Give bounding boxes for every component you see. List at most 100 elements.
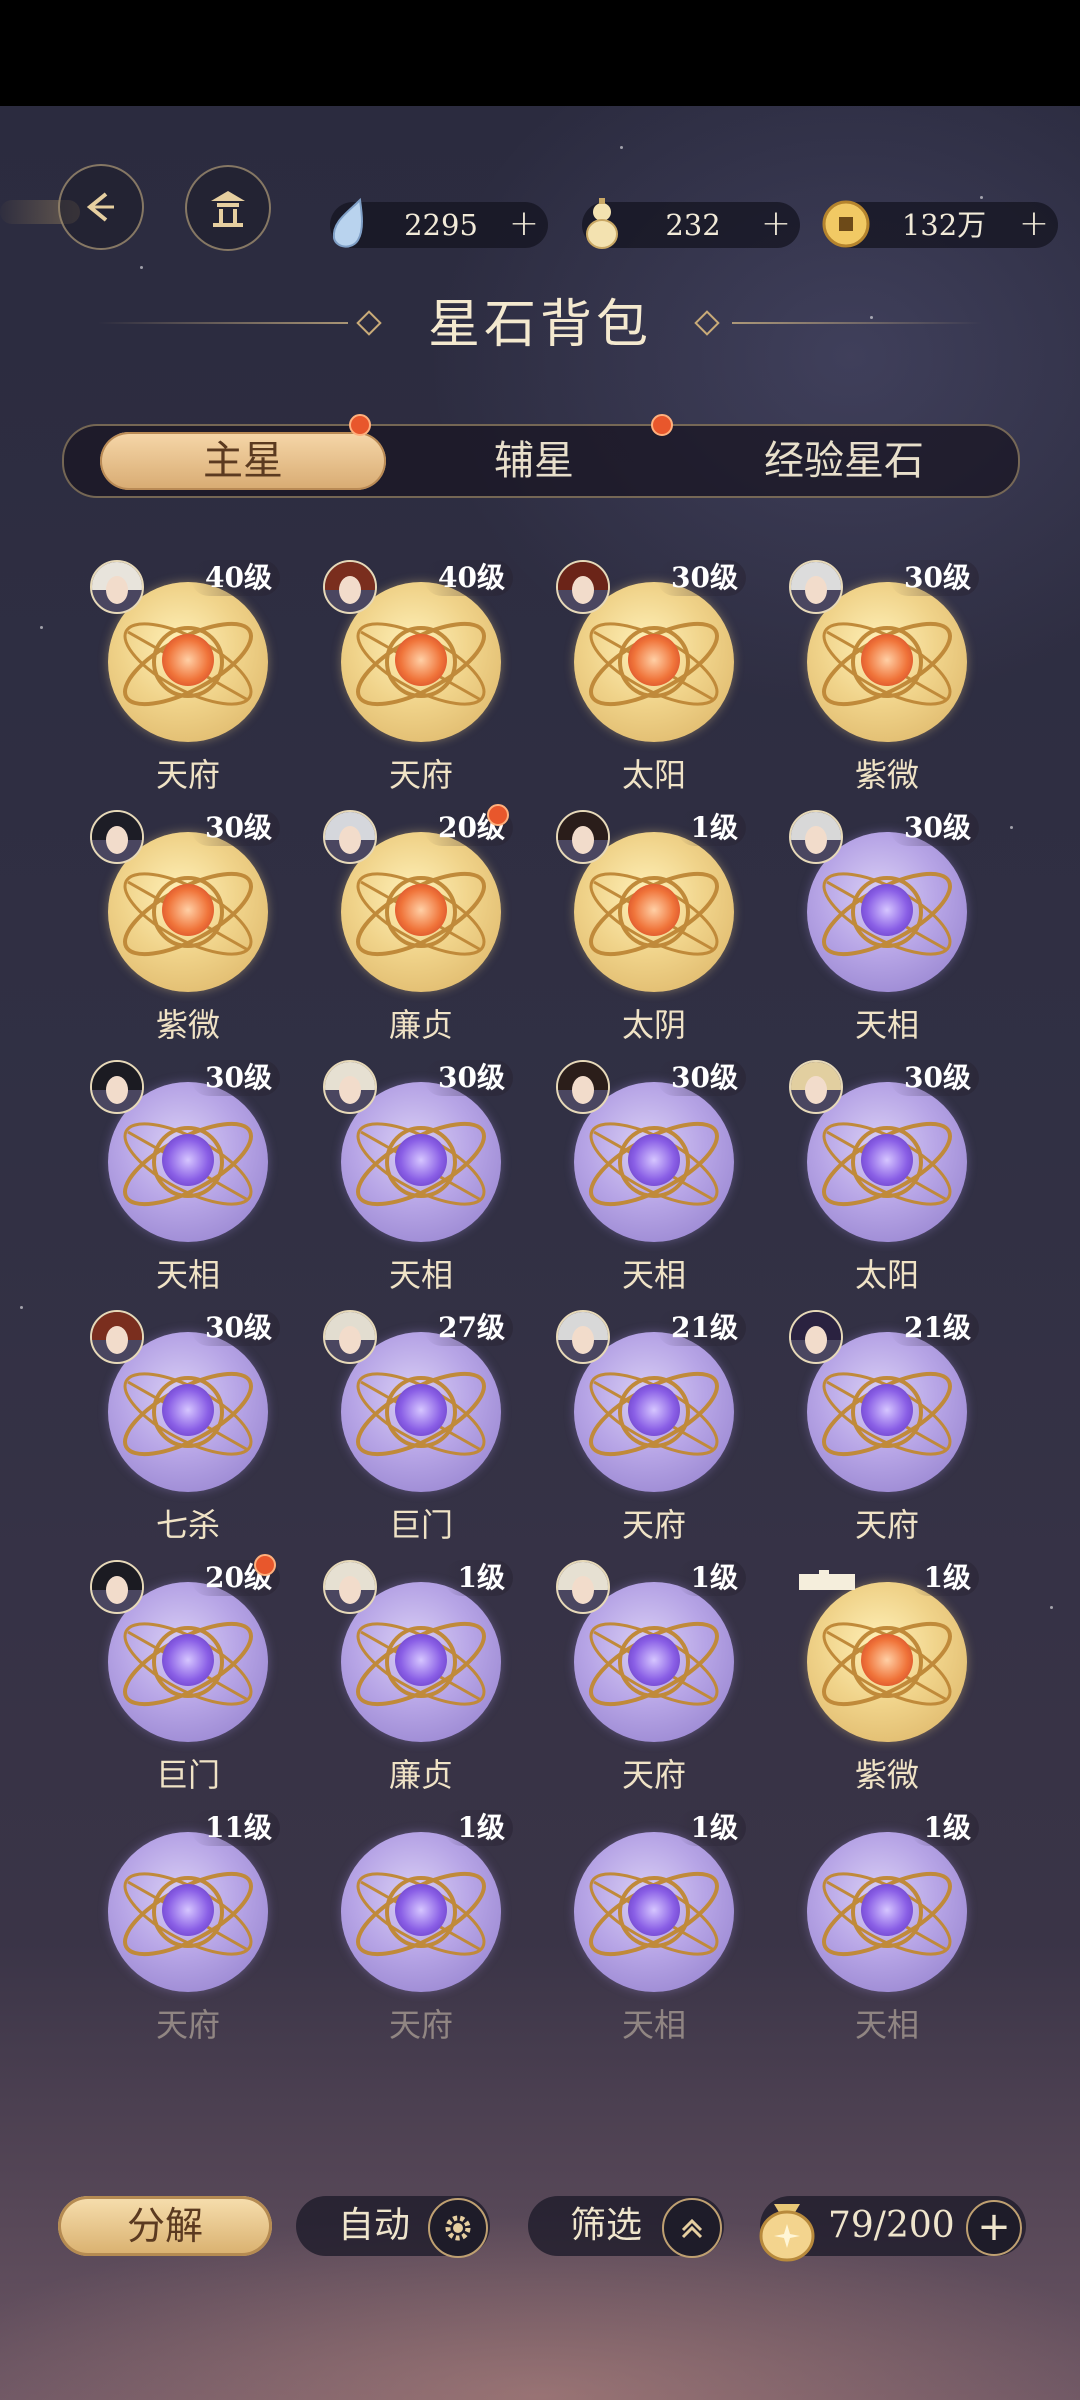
filter-label: 筛选	[570, 2205, 643, 2246]
star-stone-item[interactable]: 30级 天相	[787, 810, 987, 1050]
character-avatar	[323, 560, 377, 614]
stone-core	[861, 884, 913, 936]
star-stone-item[interactable]: 40级 天府	[321, 560, 521, 800]
purple-stone-icon	[108, 1832, 268, 1992]
stone-level: 30级	[890, 1060, 979, 1096]
stone-name: 巨门	[155, 1756, 220, 1794]
star-stone-item[interactable]: 20级 廉贞	[321, 804, 521, 1050]
purple-stone-icon	[341, 1832, 501, 1992]
tab-main-star[interactable]: 主星	[100, 432, 386, 490]
star-stone-item[interactable]: 27级巨门	[321, 1310, 521, 1550]
stone-core	[395, 1634, 447, 1686]
stone-name: 太阴	[621, 1006, 686, 1044]
stone-core	[162, 634, 214, 686]
stone-level: 30级	[657, 560, 746, 596]
add-coin-button[interactable]: +	[1016, 206, 1052, 243]
star-stone-item[interactable]: 1级 天相	[554, 1810, 754, 2050]
stone-level: 30级	[890, 560, 979, 596]
stone-name: 紫微	[854, 756, 919, 794]
star-stone-item[interactable]: 21级 天府	[787, 1310, 987, 1550]
star-stone-item[interactable]: 30级 天相	[554, 1060, 754, 1300]
avatar-face	[805, 826, 827, 854]
avatar-face	[572, 826, 594, 854]
star-stone-item[interactable]: 11级天府	[88, 1810, 288, 2050]
money-bag-icon	[759, 2204, 815, 2262]
avatar-face	[339, 1076, 361, 1104]
character-avatar	[323, 1310, 377, 1364]
tab-assist-star[interactable]: 辅星	[394, 426, 674, 496]
stone-level: 1级	[676, 1560, 746, 1596]
back-button[interactable]	[0, 160, 150, 260]
stone-core	[395, 634, 447, 686]
tab-exp-stone[interactable]: 经验星石	[694, 426, 994, 496]
avatar-face	[805, 1076, 827, 1104]
star-stone-item[interactable]: 1级 紫微	[787, 1560, 987, 1800]
stone-core	[628, 1134, 680, 1186]
title-ornament-right	[694, 310, 720, 336]
stone-core	[628, 884, 680, 936]
stone-name: 巨门	[388, 1506, 453, 1544]
avatar-face	[106, 1576, 128, 1604]
stone-core	[861, 1384, 913, 1436]
character-avatar	[556, 810, 610, 864]
star-stone-item[interactable]: 30级 天相	[321, 1060, 521, 1300]
star-stone-item[interactable]: 30级七杀	[88, 1310, 288, 1550]
character-avatar	[90, 1310, 144, 1364]
avatar-face	[572, 576, 594, 604]
stone-name: 紫微	[155, 1006, 220, 1044]
add-crystal-button[interactable]: +	[506, 206, 542, 243]
stone-name: 廉贞	[388, 1756, 453, 1794]
star-stone-item[interactable]: 30级紫微	[88, 810, 288, 1050]
star-stone-item[interactable]: 30级太阳	[554, 560, 754, 800]
status-bar	[0, 0, 1080, 106]
stone-level: 30级	[191, 1060, 280, 1096]
star-stone-item[interactable]: 30级紫微	[787, 560, 987, 800]
stone-name: 天府	[155, 2006, 220, 2044]
star-stone-item[interactable]: 1级 太阴	[554, 810, 754, 1050]
character-avatar	[556, 1560, 610, 1614]
star-stone-item[interactable]: 1级 天府	[554, 1560, 754, 1800]
gear-icon	[428, 2198, 488, 2258]
stone-name: 七杀	[155, 1506, 220, 1544]
stone-level: 1级	[909, 1810, 979, 1846]
character-avatar	[323, 1560, 377, 1614]
add-gourd-button[interactable]: +	[758, 206, 794, 243]
decompose-button[interactable]: 分解	[58, 2196, 272, 2256]
character-avatar	[556, 560, 610, 614]
stone-name: 天相	[854, 2006, 919, 2044]
star-stone-item[interactable]: 21级 天府	[554, 1310, 754, 1550]
star-stone-item[interactable]: 30级 天相	[88, 1060, 288, 1300]
filter-button[interactable]: 筛选	[528, 2196, 724, 2258]
resource-crystal: 2295 +	[330, 197, 548, 248]
star-stone-item[interactable]: 20级 巨门	[88, 1554, 288, 1800]
stone-core	[162, 884, 214, 936]
star-stone-item[interactable]: 40级 天府	[88, 560, 288, 800]
star-stone-item[interactable]: 30级 太阳	[787, 1060, 987, 1300]
new-badge	[254, 1554, 276, 1576]
star-stone-item[interactable]: 1级天相	[787, 1810, 987, 2050]
stone-name: 天相	[621, 1256, 686, 1294]
stone-name: 天相	[388, 1256, 453, 1294]
star-stone-item[interactable]: 1级 廉贞	[321, 1560, 521, 1800]
character-avatar	[789, 810, 843, 864]
stone-core	[628, 1634, 680, 1686]
stone-name: 太阳	[621, 756, 686, 794]
expand-capacity-button[interactable]: +	[966, 2200, 1022, 2256]
page-header: 星石背包	[0, 282, 1080, 362]
resource-gourd: 232 +	[582, 198, 800, 249]
avatar-face	[572, 1326, 594, 1354]
auto-button[interactable]: 自动	[296, 2196, 490, 2258]
avatar-face	[339, 1576, 361, 1604]
stone-level: 30级	[191, 810, 280, 846]
stone-level: 30级	[191, 1310, 280, 1346]
avatar-face	[106, 576, 128, 604]
stone-core	[395, 1384, 447, 1436]
character-avatar	[789, 560, 843, 614]
stone-name: 天相	[621, 2006, 686, 2044]
stone-level: 27级	[424, 1310, 513, 1346]
star-stone-item[interactable]: 1级 天府	[321, 1810, 521, 2050]
stone-level: 11级	[191, 1810, 280, 1846]
pavilion-home-button[interactable]	[185, 165, 271, 251]
coin-icon	[822, 200, 870, 248]
capacity-value: 79/200	[828, 2205, 955, 2246]
